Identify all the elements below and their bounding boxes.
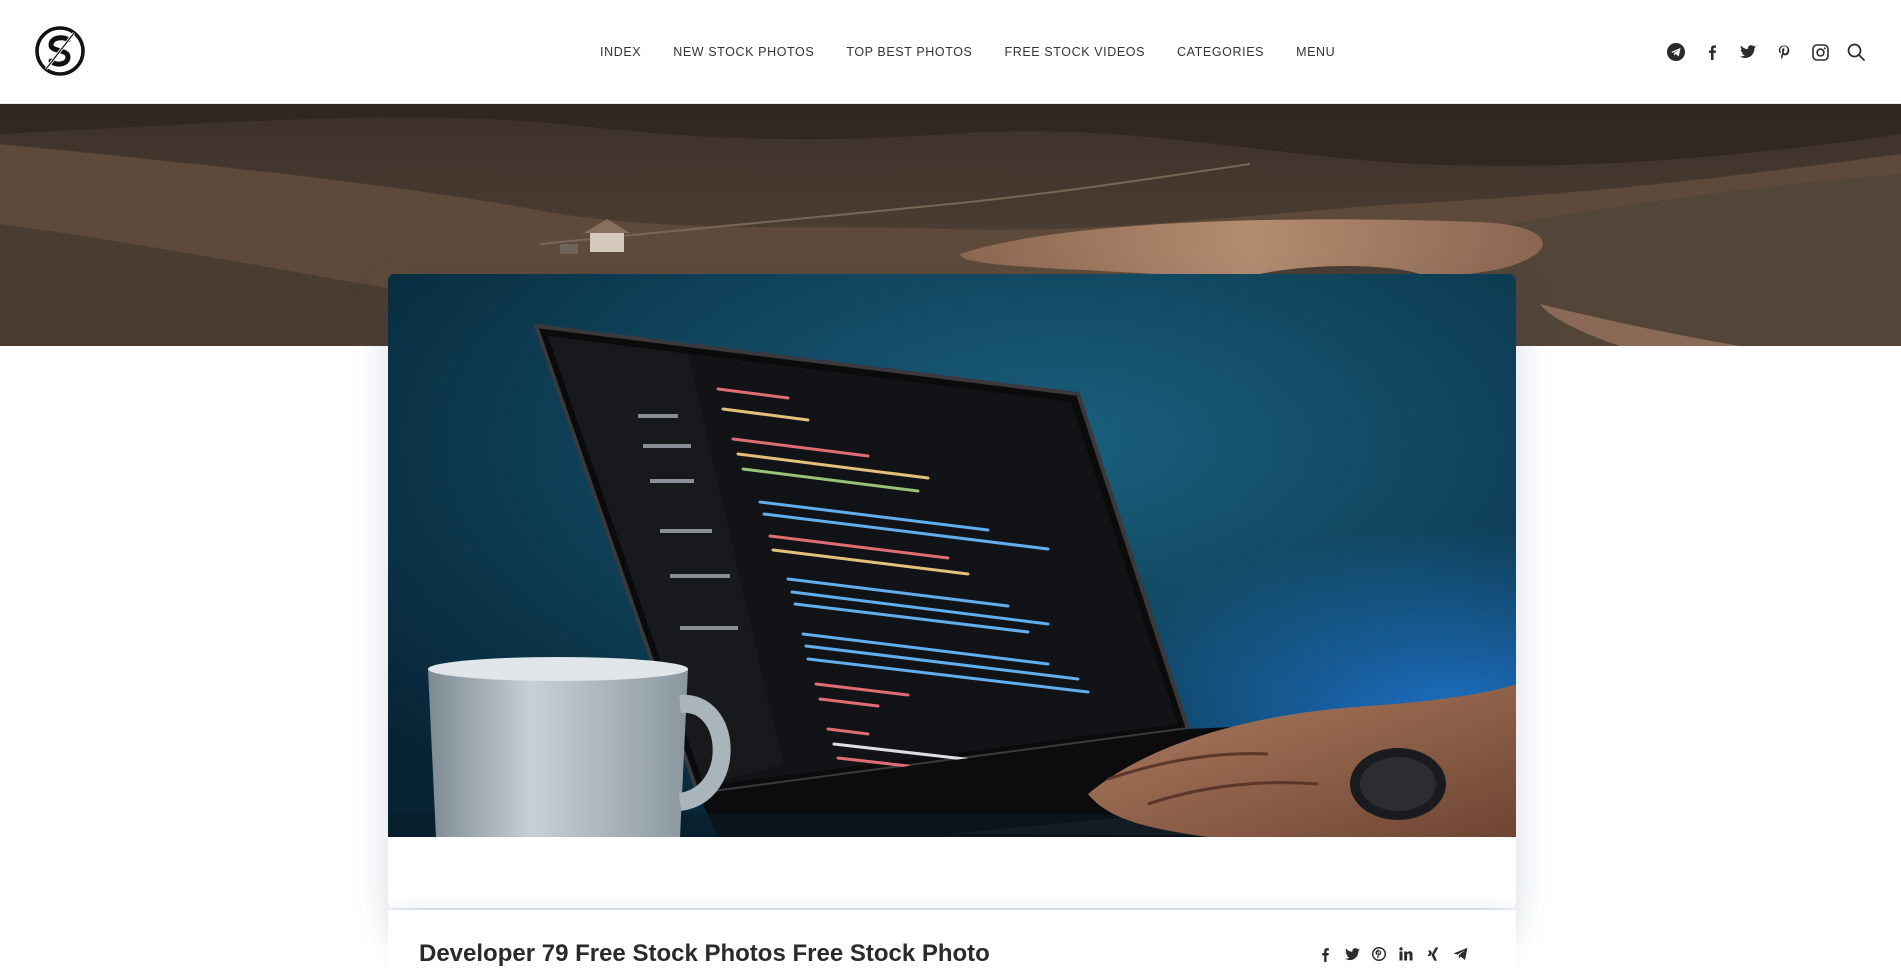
site-header: INDEX NEW STOCK PHOTOS TOP BEST PHOTOS F…	[0, 0, 1901, 104]
instagram-icon[interactable]	[1809, 41, 1831, 63]
nav-item-categories[interactable]: CATEGORIES	[1177, 45, 1264, 59]
logo-icon[interactable]	[34, 25, 86, 77]
share-twitter-icon[interactable]	[1344, 946, 1360, 962]
nav-item-new-stock-photos[interactable]: NEW STOCK PHOTOS	[673, 45, 814, 59]
featured-photo-laptop-code[interactable]	[388, 274, 1516, 837]
pinterest-icon[interactable]	[1773, 41, 1795, 63]
share-xing-icon[interactable]	[1425, 946, 1441, 962]
post-title-row: Developer 79 Free Stock Photos Free Stoc…	[388, 910, 1516, 969]
post-title: Developer 79 Free Stock Photos Free Stoc…	[419, 940, 990, 967]
social-bar	[1665, 0, 1867, 104]
share-telegram-icon[interactable]	[1452, 946, 1468, 962]
main-nav: INDEX NEW STOCK PHOTOS TOP BEST PHOTOS F…	[600, 0, 1367, 104]
telegram-icon[interactable]	[1665, 41, 1687, 63]
share-facebook-icon[interactable]	[1317, 946, 1333, 962]
nav-item-top-best-photos[interactable]: TOP BEST PHOTOS	[846, 45, 972, 59]
nav-item-menu[interactable]: MENU	[1296, 45, 1335, 59]
nav-item-free-stock-videos[interactable]: FREE STOCK VIDEOS	[1004, 45, 1145, 59]
facebook-icon[interactable]	[1701, 41, 1723, 63]
nav-item-index[interactable]: INDEX	[600, 45, 641, 59]
share-linkedin-icon[interactable]	[1398, 946, 1414, 962]
share-bar	[1317, 946, 1468, 962]
twitter-icon[interactable]	[1737, 41, 1759, 63]
search-icon[interactable]	[1845, 41, 1867, 63]
share-pinterest-icon[interactable]	[1371, 946, 1387, 962]
post-card	[388, 274, 1516, 908]
